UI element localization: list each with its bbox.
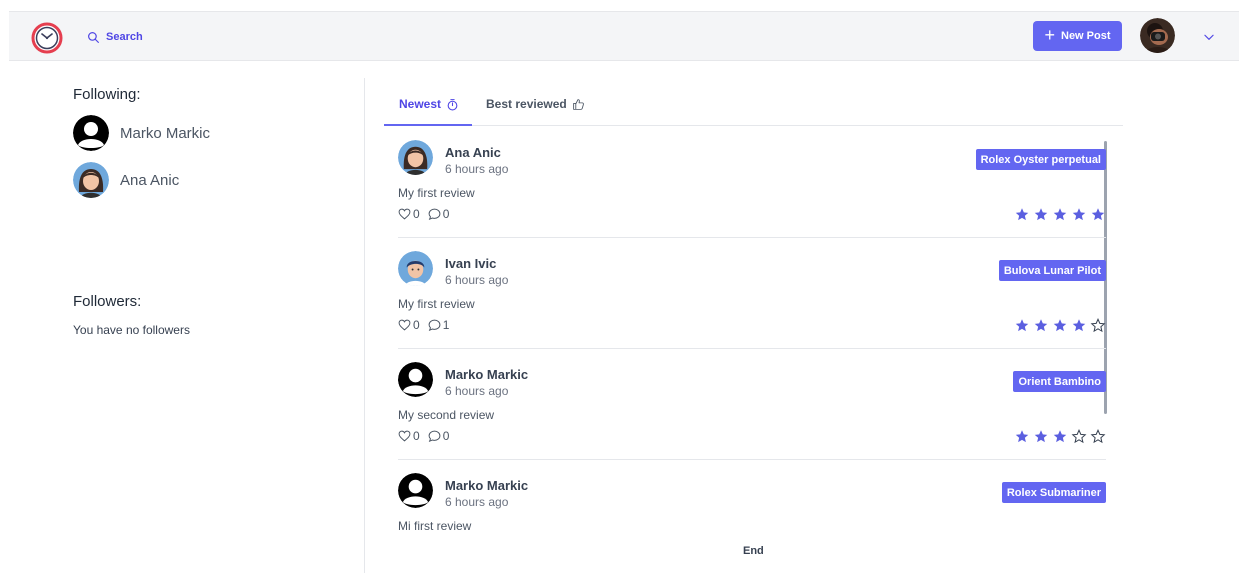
- search-button[interactable]: Search: [87, 27, 143, 47]
- star-filled-icon: [1033, 207, 1049, 222]
- column-divider: [364, 78, 365, 573]
- clock-logo-icon[interactable]: [31, 22, 63, 54]
- tab-best-reviewed[interactable]: Best reviewed: [486, 97, 585, 111]
- rating-stars: [1014, 207, 1106, 222]
- watch-tag[interactable]: Rolex Oyster perpetual: [975, 149, 1106, 170]
- star-filled-icon: [1014, 429, 1030, 444]
- star-filled-icon: [1071, 207, 1087, 222]
- feed-end-label: End: [743, 545, 764, 557]
- comment-icon: [428, 319, 441, 331]
- review-post: Ana Anic 6 hours ago My first review 0 0…: [398, 127, 1106, 238]
- default-user-avatar[interactable]: [398, 473, 433, 508]
- following-item[interactable]: Marko Markic: [73, 115, 210, 151]
- following-title: Following:: [73, 86, 141, 103]
- star-empty-icon: [1071, 429, 1087, 444]
- heart-icon: [398, 319, 411, 331]
- plus-icon: +: [1044, 25, 1055, 45]
- rating-stars: [1014, 318, 1106, 333]
- followers-empty-text: You have no followers: [73, 323, 190, 337]
- top-navbar: Search + New Post: [9, 11, 1239, 61]
- star-filled-icon: [1014, 318, 1030, 333]
- star-filled-icon: [1090, 207, 1106, 222]
- search-label: Search: [106, 31, 143, 43]
- female-avatar[interactable]: [398, 140, 433, 175]
- following-name: Marko Markic: [120, 124, 211, 142]
- comment-icon: [428, 208, 441, 220]
- tab-label: Newest: [399, 97, 442, 111]
- active-tab-indicator: [384, 124, 472, 126]
- comment-count: 0: [442, 207, 450, 221]
- star-filled-icon: [1052, 207, 1068, 222]
- like-button[interactable]: 0: [398, 429, 420, 443]
- chevron-down-icon[interactable]: [1202, 30, 1216, 44]
- star-filled-icon: [1014, 207, 1030, 222]
- heart-icon: [398, 430, 411, 442]
- default-user-avatar[interactable]: [398, 362, 433, 397]
- new-post-label: New Post: [1061, 30, 1111, 42]
- post-text: My first review: [398, 186, 475, 200]
- post-author[interactable]: Ivan Ivic: [445, 256, 496, 271]
- post-time: 6 hours ago: [445, 384, 509, 398]
- post-stats: 0 0: [398, 429, 449, 443]
- star-filled-icon: [1033, 318, 1049, 333]
- post-time: 6 hours ago: [445, 273, 509, 287]
- review-feed: Ana Anic 6 hours ago My first review 0 0…: [384, 127, 1124, 573]
- review-post: Marko Markic 6 hours ago My second revie…: [398, 349, 1106, 460]
- female-avatar: [73, 162, 109, 198]
- tab-newest[interactable]: Newest: [399, 97, 459, 111]
- thumbs-up-icon: [572, 98, 584, 110]
- followers-title: Followers:: [73, 293, 142, 310]
- watch-tag[interactable]: Orient Bambino: [1013, 371, 1106, 392]
- like-count: 0: [413, 429, 420, 443]
- heart-icon: [398, 208, 411, 220]
- comment-button[interactable]: 1: [428, 318, 450, 332]
- post-author[interactable]: Ana Anic: [445, 145, 501, 160]
- post-text: Mi first review: [398, 519, 472, 533]
- post-author[interactable]: Marko Markic: [445, 478, 528, 493]
- watch-tag[interactable]: Bulova Lunar Pilot: [998, 260, 1106, 281]
- rating-stars: [1014, 429, 1106, 444]
- like-count: 0: [413, 207, 420, 221]
- star-empty-icon: [1090, 429, 1106, 444]
- review-post: Ivan Ivic 6 hours ago My first review 0 …: [398, 238, 1106, 349]
- comment-icon: [428, 430, 441, 442]
- star-empty-icon: [1090, 318, 1106, 333]
- post-time: 6 hours ago: [445, 162, 509, 176]
- post-author[interactable]: Marko Markic: [445, 367, 528, 382]
- star-filled-icon: [1071, 318, 1087, 333]
- feed-tabs: Newest Best reviewed: [384, 86, 1123, 126]
- watch-tag[interactable]: Rolex Submariner: [1001, 482, 1106, 503]
- comment-button[interactable]: 0: [428, 207, 450, 221]
- post-text: My second review: [398, 408, 495, 422]
- stopwatch-icon: [447, 98, 458, 110]
- default-user-avatar: [73, 115, 109, 151]
- star-filled-icon: [1052, 318, 1068, 333]
- new-post-button[interactable]: + New Post: [1033, 21, 1122, 51]
- tab-label: Best reviewed: [486, 97, 567, 111]
- star-filled-icon: [1033, 429, 1049, 444]
- search-icon: [88, 31, 99, 43]
- comment-count: 1: [442, 318, 450, 332]
- post-stats: 0 0: [398, 207, 449, 221]
- comment-button[interactable]: 0: [428, 429, 450, 443]
- comment-count: 0: [442, 429, 450, 443]
- like-button[interactable]: 0: [398, 207, 420, 221]
- post-time: 6 hours ago: [445, 495, 509, 509]
- like-button[interactable]: 0: [398, 318, 420, 332]
- following-item[interactable]: Ana Anic: [73, 162, 179, 198]
- star-filled-icon: [1052, 429, 1068, 444]
- post-stats: 0 1: [398, 318, 449, 332]
- like-count: 0: [413, 318, 420, 332]
- following-name: Ana Anic: [120, 171, 180, 189]
- user-avatar[interactable]: [1140, 18, 1175, 53]
- post-text: My first review: [398, 297, 475, 311]
- male-avatar[interactable]: [398, 251, 433, 286]
